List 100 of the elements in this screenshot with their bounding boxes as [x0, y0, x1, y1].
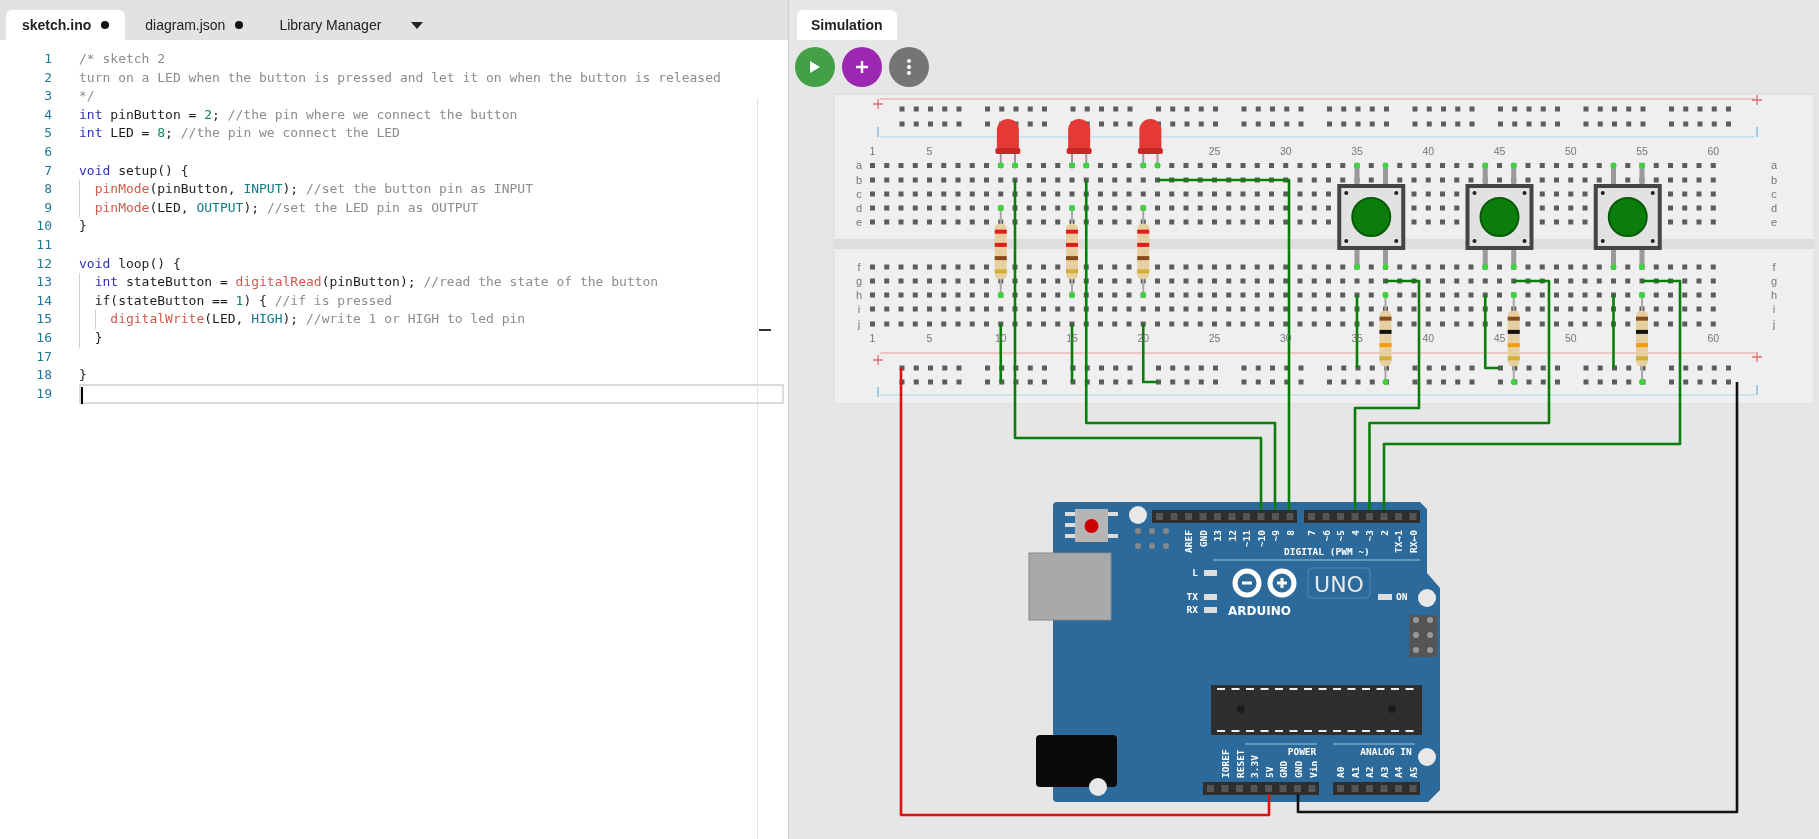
- row-letter: b: [855, 173, 863, 186]
- row-letter: a: [1770, 159, 1778, 171]
- reset-button[interactable]: [1065, 509, 1118, 542]
- row-letter: e: [855, 215, 863, 228]
- mounting-hole: [1418, 589, 1436, 607]
- resistor[interactable]: [1636, 292, 1648, 385]
- code-line: pinMode(LED, OUTPUT); //set the LED pin as OUTPUT: [93, 199, 479, 215]
- resistor[interactable]: [1379, 292, 1392, 385]
- line-number: 1: [43, 50, 52, 68]
- add-part-button[interactable]: [842, 47, 882, 87]
- mounting-hole: [1418, 748, 1436, 766]
- line-number: 4: [43, 105, 52, 124]
- row-letter: f: [1772, 260, 1776, 273]
- play-button[interactable]: [795, 47, 835, 87]
- line-number: 12: [35, 254, 52, 273]
- pin-label: A5: [1408, 766, 1419, 778]
- file-tab[interactable]: Library Manager: [263, 10, 398, 40]
- minus-icon: [1756, 384, 1758, 396]
- pin-label: 3.3V: [1249, 755, 1261, 778]
- mounting-hole: [1089, 778, 1107, 796]
- led[interactable]: [1066, 119, 1092, 169]
- more-options-button[interactable]: [889, 47, 929, 87]
- row-letter: j: [857, 317, 861, 330]
- code-line: }: [93, 329, 103, 345]
- line-number: 5: [43, 124, 52, 143]
- minus-icon: [1756, 126, 1758, 138]
- code-line: int pinButton = 2; //the pin where we connect the button: [79, 106, 518, 122]
- line-number: 19: [35, 384, 52, 403]
- power-pins-title: POWER: [1287, 746, 1317, 757]
- row-letter: f: [857, 260, 861, 273]
- row-letter: i: [857, 302, 861, 315]
- text-cursor: [81, 386, 83, 404]
- plus-icon: [872, 354, 884, 366]
- pin-label: RX←0: [1407, 530, 1419, 553]
- code-line: int LED = 8; //the pin we connect the LED: [79, 125, 400, 141]
- column-number: 50: [1564, 332, 1577, 344]
- pin-label: GND: [1197, 530, 1209, 548]
- pin-label: ~11: [1241, 530, 1252, 548]
- minus-icon: [877, 126, 879, 138]
- led-label: ON: [1396, 591, 1408, 602]
- pin-label: ~10: [1255, 530, 1267, 548]
- pin-label: GND: [1278, 760, 1290, 778]
- code-line: void setup() {: [79, 162, 189, 178]
- analog-pins-title: ANALOG IN: [1360, 746, 1412, 757]
- file-tab[interactable]: diagram.json: [129, 10, 260, 40]
- unsaved-dot-icon: [235, 21, 244, 29]
- file-tab[interactable]: sketch.ino: [6, 10, 126, 40]
- row-letter: c: [856, 187, 862, 200]
- led-indicator: [1204, 607, 1217, 613]
- row-letter: e: [1770, 215, 1778, 228]
- line-number: 17: [35, 347, 52, 366]
- pin-label: A1: [1349, 766, 1361, 778]
- pushbutton[interactable]: [1593, 162, 1662, 270]
- column-number: 40: [1422, 332, 1435, 344]
- led[interactable]: [1137, 119, 1163, 169]
- column-number: 55: [1636, 145, 1648, 157]
- pin-label: 12: [1226, 530, 1238, 542]
- pin-label: ~5: [1335, 530, 1346, 542]
- pin-label: 8: [1284, 530, 1296, 536]
- row-letter: g: [855, 274, 863, 287]
- model-label: UNO: [1307, 567, 1371, 599]
- row-letter: h: [1770, 288, 1778, 301]
- column-number: 50: [1564, 145, 1577, 157]
- pin-label: 13: [1212, 530, 1223, 542]
- caret-icon[interactable]: [411, 22, 424, 30]
- line-number: 2: [43, 68, 52, 87]
- line-number: 9: [43, 198, 52, 217]
- line-number: 8: [43, 180, 52, 199]
- pin-label: Vin: [1307, 760, 1319, 778]
- pushbutton[interactable]: [1337, 162, 1406, 270]
- play-icon: [809, 60, 821, 74]
- plus-icon: [872, 98, 884, 110]
- line-number: 7: [43, 161, 52, 180]
- code-line: int stateButton = digitalRead(pinButton); //read the state of the button: [93, 274, 659, 290]
- pin-label: TX→1: [1393, 530, 1404, 553]
- code-line: }: [79, 367, 87, 383]
- led-label: L: [1192, 567, 1198, 578]
- line-number: 18: [35, 366, 52, 385]
- line-number: 15: [35, 310, 52, 329]
- pin-label: IOREF: [1220, 749, 1231, 778]
- plus-icon: [855, 60, 869, 74]
- column-number: 30: [1279, 145, 1292, 157]
- icsp-header: [1409, 615, 1437, 657]
- column-number: 60: [1707, 332, 1720, 344]
- line-number: 11: [35, 235, 52, 254]
- row-letter: d: [855, 201, 863, 214]
- pin-label: 2: [1378, 530, 1390, 536]
- row-letter: i: [1772, 302, 1776, 315]
- pin-label: AREF: [1183, 530, 1194, 553]
- pushbutton[interactable]: [1465, 162, 1534, 270]
- pin-label: ~9: [1270, 530, 1281, 542]
- simulation-tab[interactable]: Simulation: [797, 10, 897, 40]
- plus-icon: [1751, 94, 1763, 106]
- resistor[interactable]: [1507, 292, 1520, 385]
- led[interactable]: [995, 119, 1021, 169]
- line-number: 16: [35, 328, 52, 347]
- digital-pins-title: DIGITAL (PWM ~): [1284, 546, 1370, 557]
- line-number: 6: [43, 142, 52, 161]
- column-number: 45: [1493, 332, 1506, 344]
- column-number: 40: [1422, 145, 1435, 157]
